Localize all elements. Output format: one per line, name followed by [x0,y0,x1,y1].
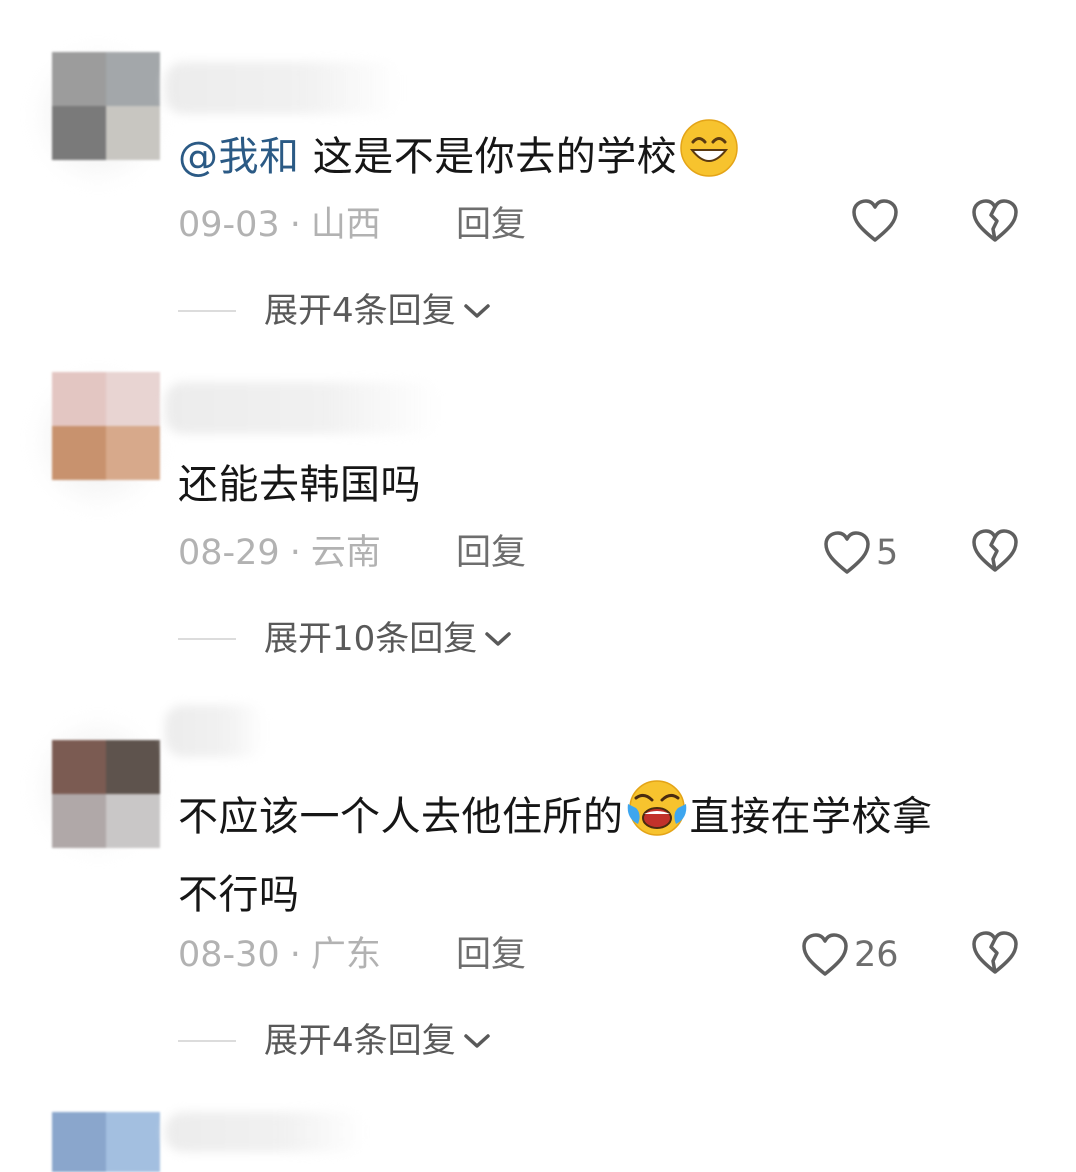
username-redacted[interactable] [165,705,265,757]
meta-separator: · [289,935,301,975]
heart-outline-icon [852,199,898,242]
like-button[interactable] [850,198,904,244]
like-button[interactable]: 5 [822,528,898,578]
comment-meta: 08-29 · 云南 [178,528,381,578]
divider [178,310,236,312]
divider [178,638,236,640]
dislike-button[interactable] [970,930,1020,980]
comment-location: 云南 [310,533,381,573]
comment-body: 不应该一个人去他住所的 [178,794,624,840]
dislike-button[interactable] [970,198,1020,248]
broken-heart-icon [972,199,1018,242]
broken-heart-icon [972,931,1018,974]
comment-body: 直接在学校拿 [689,794,933,840]
chevron-down-icon [463,1034,490,1048]
comment-body: 不行吗 [178,872,300,918]
username-redacted[interactable] [165,62,400,114]
expand-replies[interactable]: 展开4条回复 [178,286,492,336]
expand-replies-label: 展开4条回复 [264,291,456,331]
dislike-button[interactable] [970,528,1020,578]
avatar[interactable] [52,52,160,160]
username-redacted[interactable] [165,1112,365,1152]
avatar[interactable] [52,1112,160,1172]
reply-button[interactable]: 回复 [456,528,526,578]
avatar[interactable] [52,740,160,848]
reply-button[interactable]: 回复 [456,200,526,250]
like-count: 26 [854,935,899,975]
comment-location: 山西 [310,205,381,245]
mention-link[interactable]: @我和 [178,134,300,180]
comment-text: 还能去韩国吗 [178,462,421,508]
expand-replies-label: 展开4条回复 [264,1021,456,1061]
avatar[interactable] [52,372,160,480]
broken-heart-icon [972,529,1018,572]
username-redacted[interactable] [165,382,440,434]
reply-button[interactable]: 回复 [456,930,526,980]
comment-location: 广东 [310,935,381,975]
heart-outline-icon [824,531,870,574]
comment-date: 08-30 [178,935,280,975]
comment-date: 09-03 [178,205,280,245]
like-count: 5 [876,533,899,573]
comment-date: 08-29 [178,533,280,573]
chevron-down-icon [463,304,490,318]
like-button[interactable]: 26 [800,930,899,980]
comment-meta: 09-03 · 山西 [178,200,381,250]
comment-text: 不应该一个人去他住所的 直接在学校拿不行吗 [178,778,1016,930]
comment-text: @我和 这是不是你去的学校 [178,118,1016,200]
rolling-laughing-emoji [626,778,688,860]
divider [178,1040,236,1042]
expand-replies[interactable]: 展开4条回复 [178,1016,492,1066]
chevron-down-icon [485,632,512,646]
grinning-face-emoji [679,118,739,200]
meta-separator: · [289,205,301,245]
heart-outline-icon [802,933,848,976]
expand-replies-label: 展开10条回复 [264,619,478,659]
comment-body: 这是不是你去的学校 [299,134,678,180]
comment-meta: 08-30 · 广东 [178,930,381,980]
expand-replies[interactable]: 展开10条回复 [178,614,513,664]
meta-separator: · [289,533,301,573]
